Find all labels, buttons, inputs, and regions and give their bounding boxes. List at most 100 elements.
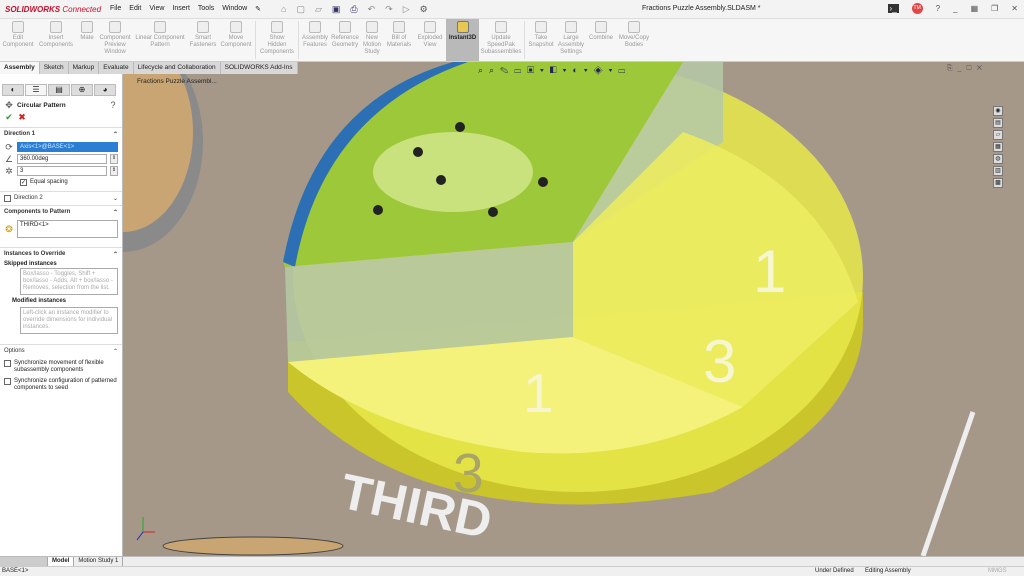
minimize-icon[interactable]: _ xyxy=(953,4,957,13)
tab-model[interactable]: Model xyxy=(48,557,75,566)
quick-access-toolbar: ⌂ ▢ ▱ ▣ ⎙ ↶ ↷ ▷ ⚙ xyxy=(281,4,428,15)
fraction-numerator-2: 1 xyxy=(523,362,554,424)
dimxpert-tab-icon[interactable]: ⊕ xyxy=(71,84,93,96)
components-list[interactable]: THIRD<1> xyxy=(17,220,118,238)
restore-icon[interactable]: ❐ xyxy=(991,4,998,13)
solidworks-forum-icon[interactable]: ▩ xyxy=(993,178,1003,188)
assembly-features-button[interactable]: Assembly Features xyxy=(300,19,330,61)
status-selection: BASE<1> xyxy=(2,568,29,574)
property-manager-tab-icon[interactable]: ☰ xyxy=(25,84,47,96)
angle-field[interactable]: 360.00deg xyxy=(17,154,107,164)
tab-motion-study[interactable]: Motion Study 1 xyxy=(74,557,124,566)
open-icon[interactable]: ▱ xyxy=(315,4,322,15)
linear-pattern-button[interactable]: Linear Component Pattern xyxy=(132,19,188,61)
angle-spinner[interactable]: ⇕ xyxy=(110,154,118,164)
direction2-section[interactable]: Direction 2 ⌄ xyxy=(0,191,122,205)
save-icon[interactable]: ▣ xyxy=(332,4,341,15)
property-manager: ◐ ☰ ▤ ⊕ ◕ ✥ Circular Pattern? ✔ ✖ Directio… xyxy=(0,74,123,556)
cancel-icon[interactable]: ✖ xyxy=(17,112,27,122)
edit-component-button[interactable]: Edit Component xyxy=(0,19,36,61)
design-library-icon[interactable]: ▤ xyxy=(993,118,1003,128)
move-component-button[interactable]: Move Component xyxy=(218,19,254,61)
move-copy-bodies-button[interactable]: Move/Copy Bodies xyxy=(616,19,652,61)
override-section[interactable]: Instances to Override ⌃ xyxy=(0,247,122,261)
configuration-manager-tab-icon[interactable]: ▤ xyxy=(48,84,70,96)
instances-spinner[interactable]: ⇕ xyxy=(110,166,118,176)
skipped-instances-list[interactable]: Box/lasso - Toggles, Shift + box/lasso -… xyxy=(20,268,118,295)
bottom-tabs: Model Motion Study 1 xyxy=(0,556,1024,566)
instant3d-button[interactable]: Instant3D xyxy=(446,19,479,61)
home-icon[interactable]: ⌂ xyxy=(281,4,286,15)
equal-spacing-checkbox[interactable]: ✓ xyxy=(20,179,27,186)
update-speedpak-button[interactable]: Update SpeedPak Subassemblies xyxy=(479,19,523,61)
tab-evaluate[interactable]: Evaluate xyxy=(99,62,134,74)
combine-button[interactable]: Combine xyxy=(586,19,616,61)
exploded-view-button[interactable]: Exploded View xyxy=(414,19,446,61)
graphics-area[interactable]: THIRD 1 3 1 3 Fractions Puzzle Assembl..… xyxy=(123,62,993,556)
redo-icon[interactable]: ↷ xyxy=(385,4,393,15)
command-prompt-icon[interactable]: ›_ xyxy=(887,4,899,13)
select-icon[interactable]: ▷ xyxy=(403,4,410,15)
tab-lifecycle[interactable]: Lifecycle and Collaboration xyxy=(133,62,221,74)
document-title: Fractions Puzzle Assembly.SLDASM * xyxy=(642,5,761,12)
menu-edit[interactable]: Edit xyxy=(129,5,141,13)
sync-flexible-checkbox[interactable] xyxy=(4,360,11,367)
sync-config-checkbox[interactable] xyxy=(4,378,11,385)
avatar[interactable]: TM xyxy=(911,3,923,14)
help-icon[interactable]: ? xyxy=(108,100,118,110)
status-bar: BASE<1> Under Defined Editing Assembly M… xyxy=(0,566,1024,576)
axis-field[interactable]: Axis<1>@BASE<1> xyxy=(17,142,118,152)
large-assembly-button[interactable]: Large Assembly Settings xyxy=(556,19,586,61)
direction1-section[interactable]: Direction 1 ⌃ xyxy=(0,127,122,141)
bom-button[interactable]: Bill of Materials xyxy=(384,19,414,61)
smart-fasteners-button[interactable]: Smart Fasteners xyxy=(188,19,218,61)
options-icon[interactable]: ⚙ xyxy=(420,4,428,15)
feature-manager-tab-icon[interactable]: ◐ xyxy=(2,84,24,96)
view-palette-icon[interactable]: ▦ xyxy=(993,142,1003,152)
new-motion-study-button[interactable]: New Motion Study xyxy=(360,19,384,61)
tile-icon[interactable]: ▦ xyxy=(971,4,979,13)
fraction-denominator: 3 xyxy=(703,328,736,395)
tab-sketch[interactable]: Sketch xyxy=(39,62,69,74)
viewport-window-controls[interactable]: ⎘_▢✕ xyxy=(947,65,987,73)
menu-file[interactable]: File xyxy=(110,5,121,13)
instances-field[interactable]: 3 xyxy=(17,166,107,176)
options-section[interactable]: Options ⌃ xyxy=(0,344,122,358)
menu-insert[interactable]: Insert xyxy=(172,5,190,13)
pin-icon[interactable]: ✎ xyxy=(255,5,261,13)
print-icon[interactable]: ⎙ xyxy=(350,4,357,15)
3d-scene[interactable]: THIRD 1 3 1 3 xyxy=(123,62,993,556)
units-selector[interactable]: MMGS xyxy=(988,568,1007,574)
new-icon[interactable]: ▢ xyxy=(296,4,305,15)
modified-instances-list[interactable]: Left-click an instance modifier to overr… xyxy=(20,307,118,334)
display-manager-tab-icon[interactable]: ◕ xyxy=(94,84,116,96)
help-icon[interactable]: ? xyxy=(936,4,940,13)
menu-tools[interactable]: Tools xyxy=(198,5,214,13)
tab-addins[interactable]: SOLIDWORKS Add-Ins xyxy=(220,62,298,74)
component-icon: ❂ xyxy=(5,224,13,234)
undo-icon[interactable]: ↶ xyxy=(368,4,376,15)
direction2-checkbox[interactable] xyxy=(4,195,11,202)
component-preview-button[interactable]: Component Preview Window xyxy=(98,19,132,61)
reference-geometry-button[interactable]: Reference Geometry xyxy=(330,19,360,61)
feature-tree-root[interactable]: Fractions Puzzle Assembl... xyxy=(137,78,217,85)
menu-view[interactable]: View xyxy=(149,5,164,13)
close-icon[interactable]: ✕ xyxy=(1011,4,1018,13)
ok-icon[interactable]: ✔ xyxy=(4,112,14,122)
take-snapshot-button[interactable]: Take Snapshot xyxy=(526,19,556,61)
appearances-icon[interactable]: ◍ xyxy=(993,154,1003,164)
tab-assembly[interactable]: Assembly xyxy=(0,62,40,74)
components-section[interactable]: Components to Pattern ⌃ xyxy=(0,205,122,219)
tab-scroll-buttons[interactable] xyxy=(0,557,48,566)
custom-properties-icon[interactable]: ▥ xyxy=(993,166,1003,176)
angle-icon: ∠ xyxy=(4,154,14,164)
resources-icon[interactable]: ◉ xyxy=(993,106,1003,116)
insert-components-button[interactable]: Insert Components xyxy=(36,19,76,61)
mate-button[interactable]: Mate xyxy=(76,19,98,61)
file-explorer-icon[interactable]: ▱ xyxy=(993,130,1003,140)
menu-window[interactable]: Window xyxy=(222,5,247,13)
title-bar: SOLIDWORKS Connected File Edit View Inse… xyxy=(0,0,1024,19)
heads-up-toolbar[interactable]: ⌕⌕✎▭▣▾◧▾◐▾◈▾▭ xyxy=(478,65,631,76)
show-hidden-button[interactable]: Show Hidden Components xyxy=(257,19,297,61)
tab-markup[interactable]: Markup xyxy=(68,62,100,74)
